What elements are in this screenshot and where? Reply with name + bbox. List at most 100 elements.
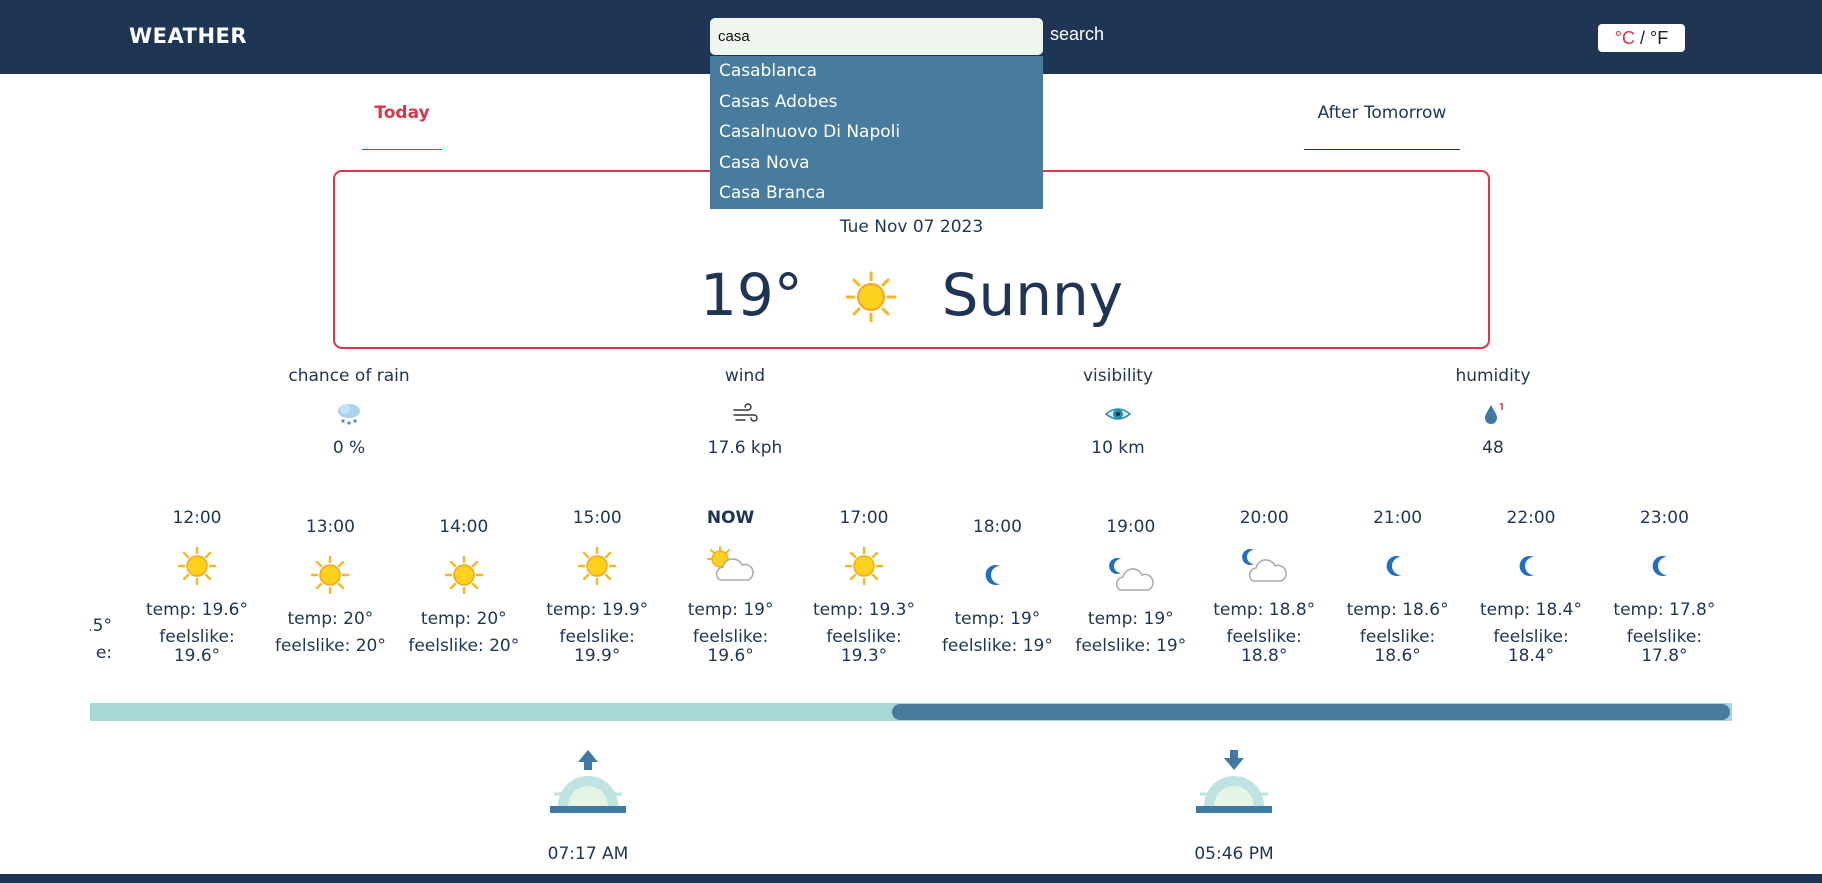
- hour-temp: temp: 19.3°: [813, 600, 915, 620]
- sunset: 05:46 PM: [1174, 748, 1294, 864]
- rain-cloud-icon: [335, 400, 363, 428]
- stat-value: 10 km: [1091, 438, 1145, 458]
- sunset-icon: [1174, 748, 1294, 818]
- partly-cloudy-moon-icon: [1106, 555, 1156, 595]
- tab-today[interactable]: Today: [362, 103, 442, 123]
- hour-temp: temp: 19°: [954, 609, 1041, 629]
- hour-time: 14:00: [439, 517, 489, 537]
- hourly-item: 19:00 temp: 19° feelslike: 19°: [1071, 517, 1191, 656]
- stat-wind: wind 17.6 kph: [645, 366, 845, 458]
- hour-time: 13:00: [305, 517, 355, 537]
- hour-temp: .5°: [90, 616, 112, 636]
- sunrise-time: 07:17 AM: [547, 844, 629, 864]
- hourly-item: NOW temp: 19° feelslike: 19.6°: [671, 508, 791, 666]
- current-date: Tue Nov 07 2023: [839, 217, 984, 237]
- hourly-item: 22:00 temp: 18.4° feelslike: 18.4°: [1471, 508, 1591, 666]
- sun-icon: [172, 546, 222, 586]
- tab-after-tomorrow[interactable]: After Tomorrow: [1304, 103, 1460, 123]
- hour-time: 17:00: [839, 508, 889, 528]
- current-temperature: 19°: [699, 260, 803, 329]
- hourly-item: 13:00 temp: 20° feelslike: 20°: [270, 517, 390, 656]
- suggestion-item[interactable]: Casa Branca: [710, 178, 1043, 209]
- sun-icon: [439, 555, 489, 595]
- hourly-item: 12:00 temp: 19.6° feelslike: 19.6°: [137, 508, 257, 666]
- hourly-item: 20:00 temp: 18.8° feelslike: 18.8°: [1204, 508, 1324, 666]
- moon-icon: [972, 555, 1022, 595]
- sun-icon: [839, 546, 889, 586]
- stat-label: visibility: [1082, 366, 1154, 386]
- stat-value: 17.6 kph: [707, 438, 783, 458]
- hourly-item: 23:00 temp: 17.8° feelslike: 17.8°: [1604, 508, 1724, 666]
- hour-feelslike: feelslike: 19.6°: [692, 627, 769, 666]
- hourly-item: 15:00 temp: 19.9° feelslike: 19.9°: [537, 508, 657, 666]
- hour-feelslike: feelslike: 19.6°: [159, 627, 235, 666]
- hour-temp: temp: 19°: [687, 600, 774, 620]
- moon-icon: [1639, 546, 1689, 586]
- sun-icon: [572, 546, 622, 586]
- hour-feelslike: feelslike: 20°: [408, 636, 520, 656]
- hour-temp: temp: 19.6°: [146, 600, 248, 620]
- fahrenheit-option[interactable]: °F: [1650, 28, 1668, 48]
- hour-time: 18:00: [972, 517, 1022, 537]
- hour-time: 22:00: [1506, 508, 1556, 528]
- hour-feelslike: feelslike: 18.4°: [1493, 627, 1569, 666]
- stat-label: humidity: [1455, 366, 1531, 386]
- hour-time: 20:00: [1239, 508, 1289, 528]
- partly-cloudy-sun-icon: [706, 546, 756, 586]
- hour-feelslike: feelslike: 20°: [274, 636, 386, 656]
- hour-time: 23:00: [1639, 508, 1689, 528]
- hour-feelslike: feelslike: 17.8°: [1626, 627, 1703, 666]
- suggestion-item[interactable]: Casalnuovo Di Napoli: [710, 117, 1043, 148]
- sun-icon: [845, 269, 897, 323]
- search-input[interactable]: [710, 18, 1043, 55]
- hour-temp: temp: 19°: [1087, 609, 1174, 629]
- hour-feelslike: feelslike: 19°: [941, 636, 1053, 656]
- current-condition: Sunny: [941, 260, 1124, 329]
- eye-icon: [1104, 400, 1132, 428]
- stat-chance-of-rain: chance of rain 0 %: [249, 366, 449, 458]
- hour-feelslike: e:: [95, 643, 112, 663]
- hour-time: 12:00: [172, 508, 222, 528]
- hour-temp: temp: 18.4°: [1480, 600, 1582, 620]
- hourly-item: 14:00 temp: 20° feelslike: 20°: [404, 517, 524, 656]
- suggestion-item[interactable]: Casa Nova: [710, 148, 1043, 179]
- hour-temp: temp: 18.6°: [1346, 600, 1449, 620]
- suggestion-item[interactable]: Casablanca: [710, 56, 1043, 87]
- hour-feelslike: feelslike: 18.6°: [1359, 627, 1436, 666]
- hour-feelslike: feelslike: 19.9°: [559, 627, 635, 666]
- current-summary: 19° Sunny: [335, 257, 1488, 329]
- hourly-item: 17:00 temp: 19.3° feelslike: 19.3°: [804, 508, 924, 666]
- tab-after-tomorrow-underline: [1304, 149, 1460, 150]
- partly-cloudy-moon-icon: [1239, 546, 1289, 586]
- wind-icon: [731, 400, 759, 428]
- hourly-forecast[interactable]: .5° e: 12:00temp: 19.6°feelslike: 19.6°1…: [90, 508, 1732, 692]
- hour-feelslike: feelslike: 19°: [1075, 636, 1187, 656]
- moon-icon: [1506, 546, 1556, 586]
- stat-humidity: humidity 48: [1393, 366, 1593, 458]
- hour-temp: temp: 19.9°: [546, 600, 649, 620]
- stat-visibility: visibility 10 km: [1018, 366, 1218, 458]
- moon-icon: [1373, 546, 1423, 586]
- bottom-bar: [0, 874, 1822, 883]
- hour-feelslike: feelslike: 18.8°: [1226, 627, 1302, 666]
- stat-value: 0 %: [332, 438, 366, 458]
- sunrise-icon: [528, 748, 648, 818]
- hour-temp: temp: 17.8°: [1613, 600, 1716, 620]
- app-title: WEATHER: [129, 24, 248, 48]
- unit-separator: /: [1634, 28, 1650, 48]
- search-suggestions: Casablanca Casas Adobes Casalnuovo Di Na…: [710, 56, 1043, 209]
- hour-temp: temp: 20°: [420, 609, 507, 629]
- unit-toggle[interactable]: °C / °F: [1598, 24, 1685, 52]
- hour-time: 15:00: [572, 508, 622, 528]
- hourly-item-partial: .5° e:: [90, 616, 112, 663]
- hourly-scrollbar[interactable]: [90, 703, 1732, 721]
- celsius-option[interactable]: °C: [1615, 28, 1635, 48]
- search-button[interactable]: search: [1050, 24, 1104, 45]
- hour-temp: temp: 20°: [287, 609, 374, 629]
- hour-time: 19:00: [1106, 517, 1156, 537]
- suggestion-item[interactable]: Casas Adobes: [710, 87, 1043, 118]
- sunset-time: 05:46 PM: [1194, 844, 1274, 864]
- hour-time: NOW: [706, 508, 755, 528]
- stat-label: chance of rain: [288, 366, 410, 386]
- scrollbar-thumb[interactable]: [892, 704, 1730, 720]
